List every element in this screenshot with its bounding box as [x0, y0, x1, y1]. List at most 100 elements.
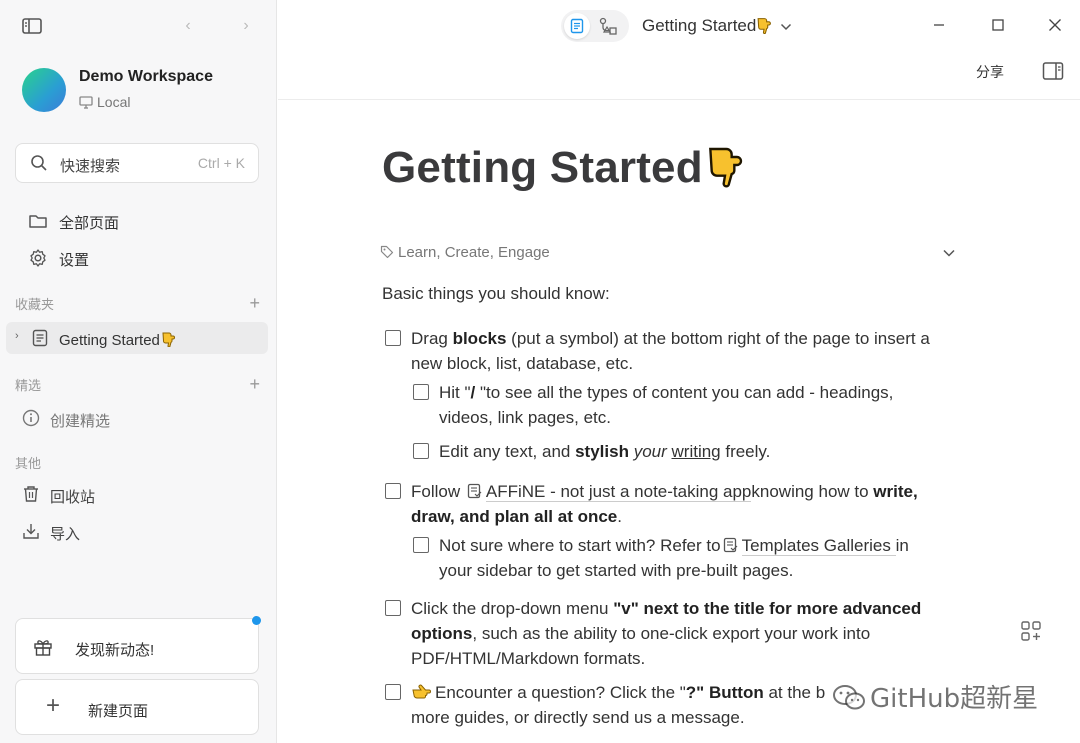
linked-page-affine[interactable]: AFFiNE - not just a note-taking app — [485, 482, 752, 502]
chevron-down-icon[interactable] — [780, 20, 792, 34]
watermark: GitHub超新星 — [832, 678, 1038, 715]
todo-line: Drag blocks (put a symbol) at the bottom… — [411, 326, 930, 351]
todo-checkbox[interactable] — [385, 330, 401, 346]
text-run: (put a symbol) at the bottom right of th… — [506, 329, 930, 348]
todo-line: videos, link pages, etc. — [439, 408, 611, 427]
tags-text: Learn, Create, Engage — [398, 244, 550, 261]
text-run: Not sure where to start with? Refer to — [439, 536, 721, 555]
nav-forward-icon[interactable]: › — [234, 14, 258, 38]
todo-line: Encounter a question? Click the "?" Butt… — [411, 680, 825, 705]
pointing-right-emoji-icon — [412, 684, 431, 699]
page-header: Getting Started 分享 — [278, 0, 1080, 100]
new-page-label: 新建页面 — [88, 703, 149, 720]
todo-checkbox[interactable] — [413, 384, 429, 400]
sidebar-item-label: 设置 — [59, 252, 90, 269]
trash-icon — [22, 485, 40, 503]
page-mode-button[interactable] — [564, 13, 590, 39]
document-title[interactable]: Getting Started — [382, 140, 745, 193]
editor-mode-switch[interactable] — [561, 10, 629, 42]
nav-back-icon[interactable]: ‹ — [176, 14, 200, 38]
sidebar-item-getting-started[interactable]: › Getting Started — [6, 322, 268, 354]
collections-section-title: 精选 — [15, 378, 42, 393]
quick-search-label: 快速搜索 — [60, 158, 121, 175]
chevron-right-icon[interactable]: › — [15, 330, 19, 342]
todo-line: your sidebar to get started with pre-bui… — [439, 561, 794, 580]
text-run: Edit any text, and — [439, 442, 576, 461]
todo-line: Hit "/ "to see all the types of content … — [439, 380, 893, 405]
text-run: "to see all the types of content you can… — [475, 383, 894, 402]
quick-search-shortcut: Ctrl + K — [197, 155, 245, 171]
minimize-icon[interactable] — [930, 16, 948, 34]
text-run: at the b — [763, 683, 826, 702]
doc-title: Getting Started — [642, 16, 757, 35]
computer-icon — [79, 96, 93, 112]
todo-line: options, such as the ability to one-clic… — [411, 621, 921, 646]
todo-line: more guides, or directly send us a messa… — [411, 708, 745, 727]
todo-text: Follow AFFiNE - not just a note-taking a… — [411, 479, 918, 529]
todo-line: Follow AFFiNE - not just a note-taking a… — [411, 479, 918, 504]
new-page-button[interactable]: + 新建页面 — [15, 679, 259, 735]
add-collection-icon[interactable]: + — [249, 375, 260, 393]
text-run: write, — [873, 482, 918, 501]
add-favorite-icon[interactable]: + — [249, 294, 260, 312]
text-run: in — [895, 536, 909, 555]
quick-search-button[interactable]: 快速搜索 Ctrl + K — [15, 143, 259, 183]
share-button[interactable]: 分享 — [976, 62, 1004, 82]
search-icon — [30, 154, 48, 172]
page-mode-icon — [570, 18, 584, 34]
text-run: writing — [671, 442, 721, 461]
todo-checkbox[interactable] — [385, 483, 401, 499]
sidebar: ‹ › Demo Workspace Local 快速搜索 Ctrl + K 全… — [0, 0, 277, 743]
text-run: "v" next to the title for more advanced — [613, 599, 922, 618]
todo-text: Hit "/ "to see all the types of content … — [439, 380, 893, 430]
linked-page-templates[interactable]: Templates Galleries — [741, 536, 896, 556]
maximize-icon[interactable] — [989, 16, 1007, 34]
text-run: blocks — [452, 329, 507, 348]
linked-page-icon — [723, 537, 737, 553]
plus-icon: + — [46, 692, 61, 719]
linked-page-icon — [467, 483, 482, 499]
text-run: Hit " — [439, 383, 471, 402]
todo-line: new block, list, database, etc. — [411, 354, 634, 373]
todo-text: Edit any text, and stylish your writing … — [439, 439, 770, 464]
todo-checkbox[interactable] — [413, 537, 429, 553]
others-section-title: 其他 — [15, 456, 42, 471]
todo-checkbox[interactable] — [413, 443, 429, 459]
tag-icon — [380, 245, 394, 259]
right-sidebar-toggle-icon[interactable] — [1042, 61, 1064, 81]
page-icon — [32, 329, 48, 347]
workspace-card[interactable]: Demo Workspace Local — [22, 66, 257, 116]
text-run: Encounter a question? Click the " — [435, 683, 686, 702]
gear-icon — [28, 248, 48, 268]
favorite-label: Getting Started — [59, 331, 176, 349]
todo-text: Drag blocks (put a symbol) at the bottom… — [411, 326, 930, 376]
text-run: , such as the ability to one-click expor… — [472, 624, 871, 643]
tags-row[interactable]: Learn, Create, Engage — [380, 244, 550, 261]
doc-title-menu[interactable]: Getting Started — [642, 16, 792, 36]
document-title-text: Getting Started — [382, 143, 703, 192]
sidebar-item-label: 回收站 — [50, 489, 96, 506]
sidebar-toggle-icon[interactable] — [20, 14, 44, 38]
close-icon[interactable] — [1046, 16, 1064, 34]
info-icon — [22, 409, 40, 427]
block-grid-icon[interactable] — [1020, 620, 1042, 642]
text-run: ?" Button — [685, 683, 764, 702]
workspace-location-label: Local — [97, 94, 131, 110]
text-run: stylish — [575, 442, 629, 461]
pointing-hand-emoji-icon — [162, 332, 175, 348]
todo-text: Not sure where to start with? Refer to Te… — [439, 533, 909, 583]
todo-checkbox[interactable] — [385, 684, 401, 700]
whats-new-button[interactable]: 发现新动态! — [15, 616, 261, 674]
pointing-hand-emoji-icon — [708, 147, 742, 188]
favorite-title: Getting Started — [59, 332, 160, 349]
text-run: Follow — [411, 482, 465, 501]
todo-checkbox[interactable] — [385, 600, 401, 616]
workspace-avatar — [22, 68, 66, 112]
whats-new-label: 发现新动态! — [75, 642, 155, 659]
text-run: Drag — [411, 329, 453, 348]
workspace-location: Local — [79, 94, 130, 112]
chevron-down-icon[interactable] — [942, 246, 956, 260]
todo-text: Encounter a question? Click the "?" Butt… — [411, 680, 825, 730]
edgeless-mode-icon[interactable] — [598, 16, 618, 36]
watermark-text: GitHub超新星 — [870, 684, 1039, 714]
